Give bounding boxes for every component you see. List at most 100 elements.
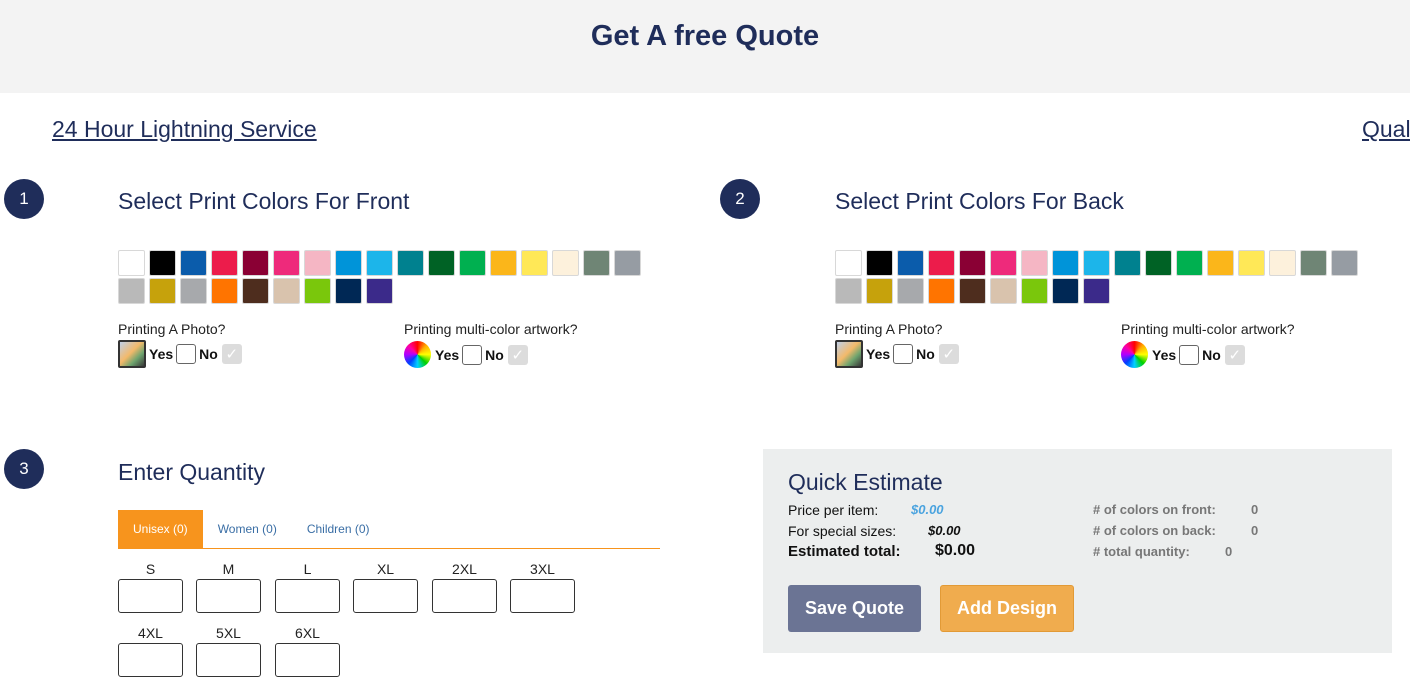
front-photo-no-checkbox[interactable]: ✓	[221, 344, 242, 364]
front-color-swatch[interactable]	[521, 250, 548, 276]
front-color-swatch[interactable]	[211, 278, 238, 304]
front-color-swatch[interactable]	[242, 278, 269, 304]
front-color-swatch[interactable]	[583, 250, 610, 276]
total-quantity-label: # total quantity:	[1093, 544, 1190, 559]
back-photo-no-checkbox[interactable]: ✓	[938, 344, 959, 364]
front-color-swatch[interactable]	[428, 250, 455, 276]
estimated-total-value: $0.00	[935, 542, 976, 559]
front-color-swatch[interactable]	[490, 250, 517, 276]
back-color-swatch[interactable]	[990, 278, 1017, 304]
page-title: Get A free Quote	[590, 20, 820, 52]
size-input-6xl[interactable]	[275, 643, 340, 677]
back-color-swatches	[835, 250, 1375, 306]
size-label-m: M	[222, 561, 235, 577]
front-color-swatch[interactable]	[149, 250, 176, 276]
back-color-swatch[interactable]	[928, 278, 955, 304]
front-color-swatch[interactable]	[242, 250, 269, 276]
size-label-s: S	[145, 561, 156, 577]
back-color-swatch[interactable]	[1083, 250, 1110, 276]
front-multicolor-no-checkbox[interactable]: ✓	[507, 344, 528, 365]
back-color-swatch[interactable]	[1300, 250, 1327, 276]
front-color-swatch[interactable]	[366, 250, 393, 276]
back-color-swatch[interactable]	[1145, 250, 1172, 276]
back-section-title: Select Print Colors For Back	[835, 188, 1124, 214]
size-input-5xl[interactable]	[196, 643, 261, 677]
front-multicolor-no-label: No	[485, 346, 504, 363]
back-color-swatch[interactable]	[959, 250, 986, 276]
back-color-swatch[interactable]	[1083, 278, 1110, 304]
page-header: Get A free Quote	[0, 0, 1410, 93]
back-colors-count-label: # of colors on back:	[1093, 523, 1216, 538]
back-color-swatch[interactable]	[866, 278, 893, 304]
tab-women[interactable]: Women (0)	[203, 510, 292, 548]
size-label-6xl: 6XL	[295, 625, 320, 641]
quantity-section-title: Enter Quantity	[118, 459, 266, 485]
back-color-swatch[interactable]	[1331, 250, 1358, 276]
tab-children[interactable]: Children (0)	[292, 510, 385, 548]
quantity-tabs: Unisex (0) Women (0) Children (0)	[118, 510, 660, 549]
back-color-swatch[interactable]	[897, 278, 924, 304]
step-badge-back: 2	[720, 179, 760, 219]
back-color-swatch[interactable]	[897, 250, 924, 276]
tab-unisex[interactable]: Unisex (0)	[118, 510, 203, 548]
special-sizes-label: For special sizes:	[788, 523, 897, 539]
front-color-swatch[interactable]	[366, 278, 393, 304]
size-input-xl[interactable]	[353, 579, 418, 613]
front-color-swatch[interactable]	[180, 278, 207, 304]
back-color-swatch[interactable]	[1269, 250, 1296, 276]
back-photo-yes-checkbox[interactable]	[893, 344, 914, 364]
back-color-swatch[interactable]	[1021, 278, 1048, 304]
front-color-swatch[interactable]	[397, 250, 424, 276]
size-input-l[interactable]	[275, 579, 340, 613]
front-photo-no-label: No	[199, 346, 218, 362]
front-color-swatch[interactable]	[614, 250, 641, 276]
add-design-button[interactable]: Add Design	[940, 585, 1074, 632]
promo-link-lightning[interactable]: 24 Hour Lightning Service	[52, 116, 317, 143]
front-color-swatch[interactable]	[304, 250, 331, 276]
back-color-swatch[interactable]	[835, 278, 862, 304]
front-color-swatch[interactable]	[118, 250, 145, 276]
front-photo-yes-checkbox[interactable]	[176, 344, 197, 364]
step-badge-front: 1	[4, 179, 44, 219]
size-input-2xl[interactable]	[432, 579, 497, 613]
back-color-swatch[interactable]	[1021, 250, 1048, 276]
size-input-3xl[interactable]	[510, 579, 575, 613]
size-label-2xl: 2XL	[452, 561, 477, 577]
size-input-m[interactable]	[196, 579, 261, 613]
special-sizes-value: $0.00	[928, 523, 961, 538]
front-color-swatch[interactable]	[335, 250, 362, 276]
size-input-4xl[interactable]	[118, 643, 183, 677]
front-photo-yes-label: Yes	[149, 346, 174, 362]
back-color-swatch[interactable]	[928, 250, 955, 276]
back-photo-options: Yes No ✓	[835, 340, 959, 368]
promo-link-quality[interactable]: Qual	[1362, 116, 1410, 143]
back-multicolor-yes-checkbox[interactable]	[1179, 344, 1200, 365]
back-multicolor-no-checkbox[interactable]: ✓	[1224, 344, 1245, 365]
front-color-swatch[interactable]	[149, 278, 176, 304]
front-color-swatch[interactable]	[118, 278, 145, 304]
back-color-swatch[interactable]	[990, 250, 1017, 276]
front-multicolor-yes-label: Yes	[435, 346, 460, 363]
price-per-item-label: Price per item:	[788, 502, 879, 518]
save-quote-button[interactable]: Save Quote	[788, 585, 921, 632]
front-color-swatch[interactable]	[459, 250, 486, 276]
back-color-swatch[interactable]	[866, 250, 893, 276]
front-color-swatch[interactable]	[273, 250, 300, 276]
back-color-swatch[interactable]	[1207, 250, 1234, 276]
back-color-swatch[interactable]	[1238, 250, 1265, 276]
front-color-swatch[interactable]	[304, 278, 331, 304]
front-color-swatch[interactable]	[273, 278, 300, 304]
front-color-swatch[interactable]	[552, 250, 579, 276]
back-color-swatch[interactable]	[835, 250, 862, 276]
front-color-swatch[interactable]	[211, 250, 238, 276]
front-multicolor-yes-checkbox[interactable]	[462, 344, 483, 365]
back-multicolor-options: Yes No ✓	[1121, 341, 1245, 368]
back-color-swatch[interactable]	[1114, 250, 1141, 276]
size-input-s[interactable]	[118, 579, 183, 613]
front-color-swatch[interactable]	[335, 278, 362, 304]
back-color-swatch[interactable]	[1052, 278, 1079, 304]
front-color-swatch[interactable]	[180, 250, 207, 276]
back-color-swatch[interactable]	[1052, 250, 1079, 276]
back-color-swatch[interactable]	[959, 278, 986, 304]
back-color-swatch[interactable]	[1176, 250, 1203, 276]
